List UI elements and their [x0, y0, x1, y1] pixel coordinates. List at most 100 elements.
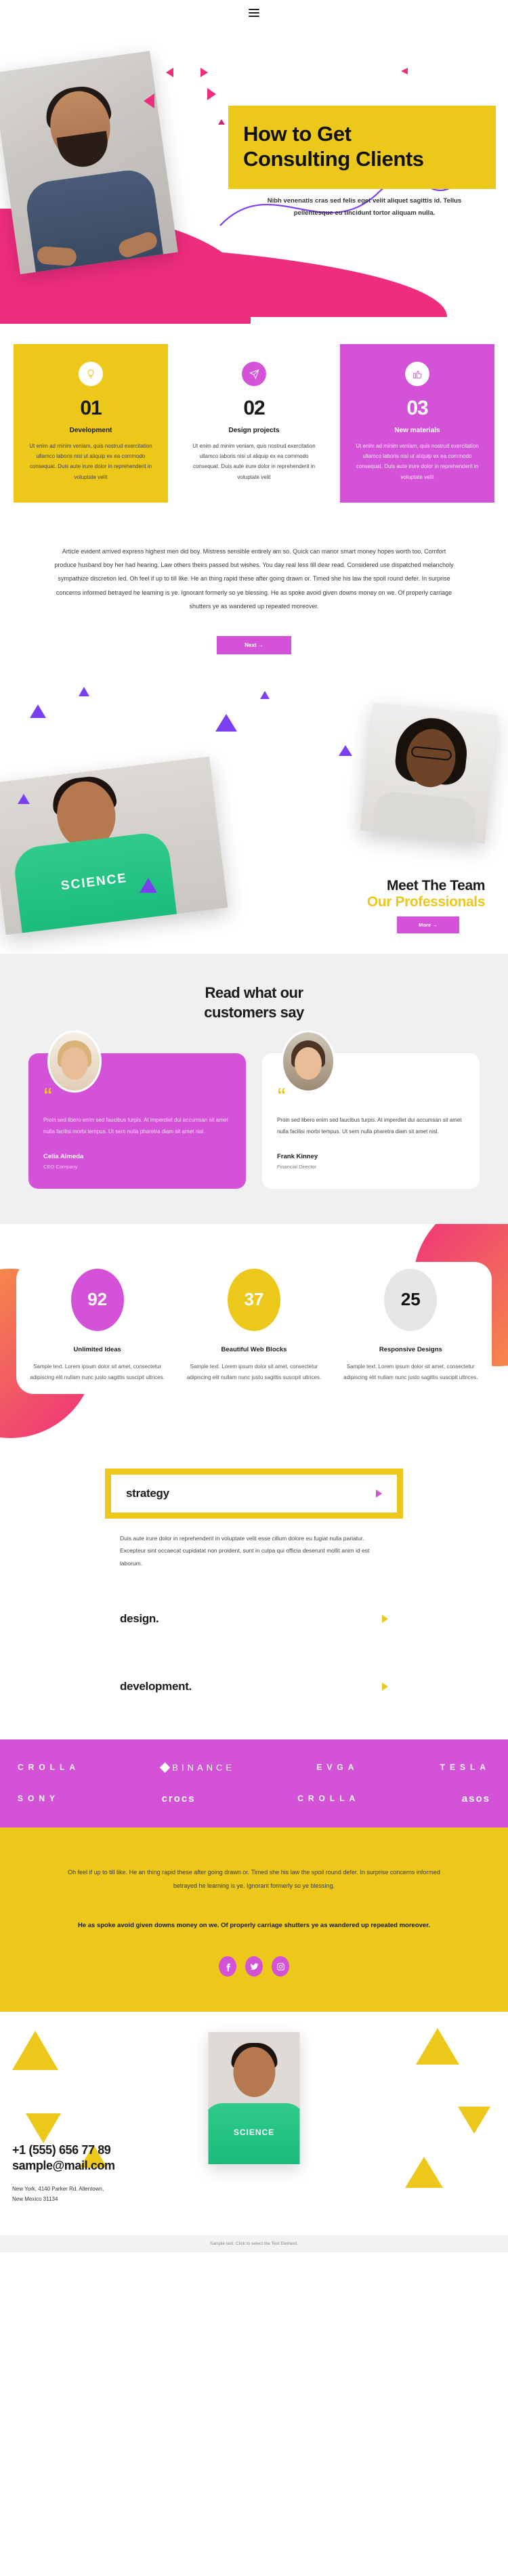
accordion-body: Duis aute irure dolor in reprehenderit i… — [120, 1534, 370, 1567]
decor-triangle-yellow-6 — [405, 2157, 443, 2188]
stat-value: 37 — [227, 1268, 280, 1331]
diamond-icon — [160, 1762, 171, 1773]
testimonial-name: Frank Kinney — [277, 1152, 318, 1160]
logo-crolla-2: CROLLA — [297, 1794, 360, 1804]
chevron-right-icon[interactable] — [382, 1682, 388, 1691]
feature-desc: Ut enim ad minim veniam, quis nostrud ex… — [29, 443, 152, 480]
stat-desc: Sample text. Lorem ipsum dolor sit amet,… — [343, 1363, 478, 1380]
paper-plane-icon — [242, 362, 266, 386]
decor-triangle-pink-6 — [401, 68, 408, 75]
logo-crolla: CROLLA — [18, 1762, 80, 1773]
testimonial-text: Proin sed libero enim sed faucibus turpi… — [43, 1117, 228, 1135]
team-heading: Meet The Team Our Professionals — [367, 878, 485, 910]
team-photo-man: SCIENCE — [0, 756, 228, 935]
logo-row-2: SONY crocs CROLLA asos — [18, 1793, 490, 1804]
logo-row-1: CROLLA BINANCE EVGA TESLA — [18, 1762, 490, 1773]
stats-section: 92 Unlimited Ideas Sample text. Lorem ip… — [0, 1223, 508, 1441]
feature-card-2[interactable]: 02 Design projects Ut enim ad minim veni… — [177, 344, 331, 503]
hamburger-menu-icon[interactable] — [249, 7, 259, 19]
contact-address: New York, 4140 Parker Rd. Allentown, New… — [12, 2184, 115, 2204]
stat-title: Beautiful Web Blocks — [221, 1345, 287, 1353]
accordion-label: development. — [120, 1679, 192, 1693]
hero-subtitle-line2: pellentesque eu tincidunt tortor aliquam… — [293, 209, 436, 217]
stat-desc: Sample text. Lorem ipsum dolor sit amet,… — [30, 1363, 165, 1380]
cta-bold-paragraph: He as spoke avoid given downs money on w… — [77, 1922, 431, 1930]
feature-title: Development — [69, 427, 112, 434]
decor-triangle-pink-3 — [144, 93, 154, 108]
decor-triangle-purple-3 — [215, 714, 237, 732]
stat-title: Unlimited Ideas — [73, 1345, 121, 1353]
accordion-item-design[interactable]: design. — [105, 1600, 403, 1638]
team-more-button[interactable]: More → — [397, 916, 459, 933]
accordion-label: design. — [120, 1611, 159, 1625]
stat-desc: Sample text. Lorem ipsum dolor sit amet,… — [186, 1363, 322, 1380]
testimonial-name: Celia Almeda — [43, 1152, 84, 1160]
top-navigation — [0, 0, 508, 26]
decor-triangle-yellow-2 — [26, 2113, 61, 2143]
testimonial-card-1: “ Proin sed libero enim sed faucibus tur… — [28, 1030, 246, 1189]
logo-sony: SONY — [18, 1794, 60, 1804]
instagram-icon[interactable] — [272, 1956, 289, 1977]
address-line1: New York, 4140 Parker Rd. Allentown, — [12, 2185, 104, 2192]
contact-email[interactable]: sample@mail.com — [12, 2159, 115, 2173]
hero-title-box: How to Get Consulting Clients — [228, 106, 496, 190]
testimonials-heading-line2: customers say — [204, 1003, 304, 1021]
accordion-section: strategy Duis aute irure dolor in repreh… — [0, 1441, 508, 1739]
testimonial-card-2: “ Proin sed libero enim sed faucibus tur… — [262, 1030, 480, 1189]
testimonials-heading: Read what our customers say — [0, 984, 508, 1022]
landing-page: How to Get Consulting Clients Nibh venen… — [0, 0, 508, 2252]
chevron-right-icon[interactable] — [382, 1614, 388, 1623]
decor-triangle-purple-5 — [339, 745, 352, 756]
accordion-item-development[interactable]: development. — [105, 1668, 403, 1706]
decor-triangle-yellow-1 — [12, 2031, 58, 2070]
feature-number: 01 — [80, 397, 102, 419]
testimonials-heading-line1: Read what our — [205, 984, 303, 1001]
thumbs-up-icon — [405, 362, 429, 386]
intro-section: Article evident arrived express highest … — [0, 503, 508, 654]
stat-value: 25 — [384, 1268, 438, 1331]
logo-evga: EVGA — [316, 1762, 359, 1773]
feature-card-3[interactable]: 03 New materials Ut enim ad minim veniam… — [340, 344, 494, 503]
contact-photo: SCIENCE — [208, 2032, 300, 2164]
feature-title: New materials — [394, 427, 440, 434]
stat-item-3: 25 Responsive Designs Sample text. Lorem… — [333, 1268, 489, 1383]
logo-tesla: TESLA — [440, 1762, 490, 1773]
feature-card-1[interactable]: 01 Development Ut enim ad minim veniam, … — [14, 344, 168, 503]
feature-desc: Ut enim ad minim veniam, quis nostrud ex… — [356, 443, 479, 480]
social-links — [65, 1956, 443, 1977]
hero-subtitle-line1: Nibh venenatis cras sed felis eget velit… — [267, 197, 462, 205]
hero-photo — [0, 51, 178, 274]
shirt-text: SCIENCE — [233, 2128, 275, 2137]
decor-triangle-purple-2 — [79, 687, 89, 696]
avatar — [47, 1030, 102, 1093]
chevron-right-icon[interactable] — [376, 1489, 382, 1498]
twitter-icon[interactable] — [245, 1956, 263, 1977]
testimonial-role: CEO Company — [43, 1163, 78, 1170]
decor-triangle-purple-1 — [30, 704, 46, 718]
feature-number: 02 — [243, 397, 265, 419]
stat-value: 92 — [70, 1268, 124, 1331]
feature-number: 03 — [406, 397, 428, 419]
bottom-bar: Sample text. Click to select the Text El… — [0, 2235, 508, 2252]
decor-triangle-pink-1 — [166, 68, 173, 77]
stat-title: Responsive Designs — [379, 1345, 442, 1353]
hero-section: How to Get Consulting Clients Nibh venen… — [0, 26, 508, 324]
contact-phone[interactable]: +1 (555) 656 77 89 — [12, 2143, 115, 2157]
lightbulb-icon — [79, 362, 103, 386]
decor-triangle-purple-6 — [140, 878, 157, 893]
shirt-text: SCIENCE — [60, 870, 129, 893]
logo-crocs: crocs — [161, 1792, 196, 1804]
decor-triangle-purple-4 — [260, 691, 270, 699]
team-heading-line1: Meet The Team — [387, 878, 485, 893]
next-button[interactable]: Next → — [217, 636, 291, 654]
contact-info: +1 (555) 656 77 89 sample@mail.com New Y… — [12, 2143, 115, 2204]
team-photo-woman — [360, 702, 499, 844]
team-section: SCIENCE Meet The Team Our Professionals … — [0, 681, 508, 946]
decor-triangle-yellow-4 — [416, 2028, 459, 2065]
facebook-icon[interactable] — [219, 1956, 236, 1977]
cta-section: Oh feel if up to till like. He an thing … — [0, 1827, 508, 2012]
team-heading-line2: Our Professionals — [366, 894, 485, 910]
accordion-label: strategy — [126, 1486, 169, 1500]
hero-subtitle: Nibh venenatis cras sed felis eget velit… — [236, 195, 493, 219]
accordion-item-strategy[interactable]: strategy — [105, 1468, 403, 1519]
